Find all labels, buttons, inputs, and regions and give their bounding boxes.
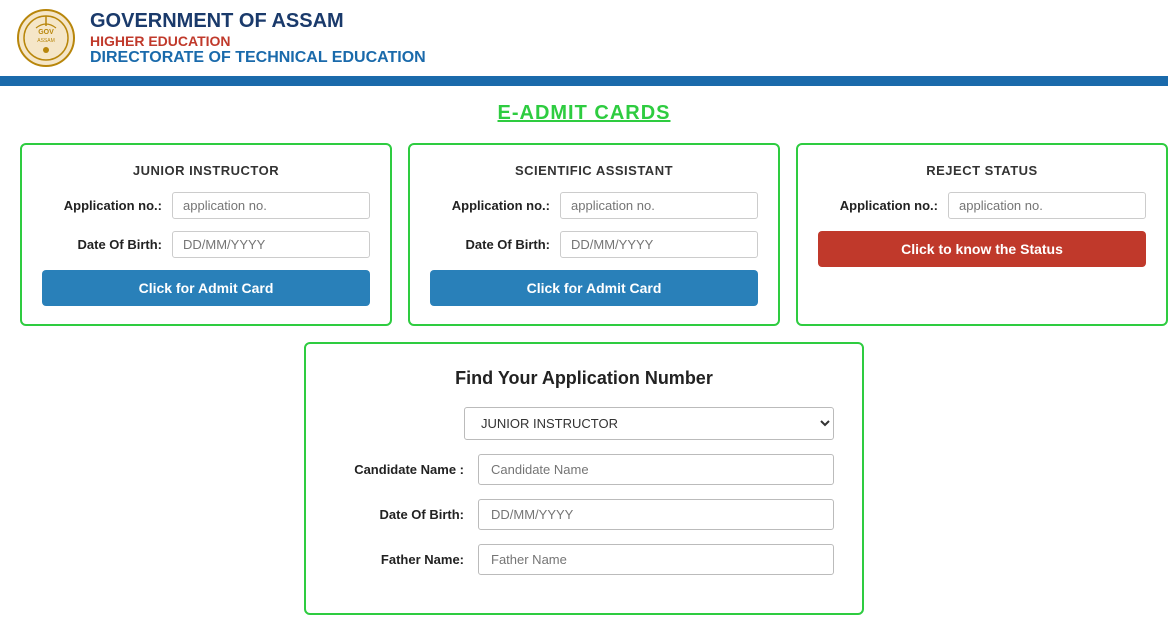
main-content: E-ADMIT CARDS JUNIOR INSTRUCTOR Applicat… [0,86,1168,631]
find-select-row: JUNIOR INSTRUCTOR SCIENTIFIC ASSISTANT [334,407,834,440]
card1-title: JUNIOR INSTRUCTOR [42,163,370,178]
emblem-icon: GOV ASSAM [16,8,76,68]
reject-status-card: REJECT STATUS Application no.: Click to … [796,143,1168,326]
find-dob-input[interactable] [478,499,834,530]
cards-row: JUNIOR INSTRUCTOR Application no.: Date … [20,143,1148,326]
card1-admit-button[interactable]: Click for Admit Card [42,270,370,306]
card2-dob-label: Date Of Birth: [430,237,550,252]
find-category-select[interactable]: JUNIOR INSTRUCTOR SCIENTIFIC ASSISTANT [464,407,834,440]
header-text: GOVERNMENT OF ASSAM HIGHER EDUCATION DIR… [90,10,426,67]
find-candidate-row: Candidate Name : [334,454,834,485]
find-father-label: Father Name: [334,552,464,567]
find-candidate-input[interactable] [478,454,834,485]
card2-title: SCIENTIFIC ASSISTANT [430,163,758,178]
card3-app-row: Application no.: [818,192,1146,219]
svg-text:ASSAM: ASSAM [37,38,55,44]
scientific-assistant-card: SCIENTIFIC ASSISTANT Application no.: Da… [408,143,780,326]
card1-app-label: Application no.: [42,198,162,213]
card3-title: REJECT STATUS [818,163,1146,178]
junior-instructor-card: JUNIOR INSTRUCTOR Application no.: Date … [20,143,392,326]
svg-text:GOV: GOV [38,29,54,36]
find-app-title: Find Your Application Number [334,368,834,389]
card1-dob-label: Date Of Birth: [42,237,162,252]
find-app-section: Find Your Application Number JUNIOR INST… [304,342,864,615]
card2-dob-input[interactable] [560,231,758,258]
page-title: E-ADMIT CARDS [20,102,1148,125]
card1-app-row: Application no.: [42,192,370,219]
find-candidate-label: Candidate Name : [334,462,464,477]
card2-app-row: Application no.: [430,192,758,219]
card3-app-input[interactable] [948,192,1146,219]
card2-app-label: Application no.: [430,198,550,213]
card2-app-input[interactable] [560,192,758,219]
card2-dob-row: Date Of Birth: [430,231,758,258]
card1-app-input[interactable] [172,192,370,219]
dte-label: DIRECTORATE OF TECHNICAL EDUCATION [90,49,426,67]
higher-ed-label: HIGHER EDUCATION [90,33,426,49]
card3-app-label: Application no.: [818,198,938,213]
card1-dob-input[interactable] [172,231,370,258]
find-father-row: Father Name: [334,544,834,575]
logo: GOV ASSAM [16,8,76,68]
find-father-input[interactable] [478,544,834,575]
card1-dob-row: Date Of Birth: [42,231,370,258]
gov-title: GOVERNMENT OF ASSAM [90,10,426,33]
card3-status-button[interactable]: Click to know the Status [818,231,1146,267]
find-dob-label: Date Of Birth: [334,507,464,522]
header: GOV ASSAM GOVERNMENT OF ASSAM HIGHER EDU… [0,0,1168,80]
card2-admit-button[interactable]: Click for Admit Card [430,270,758,306]
find-dob-row: Date Of Birth: [334,499,834,530]
